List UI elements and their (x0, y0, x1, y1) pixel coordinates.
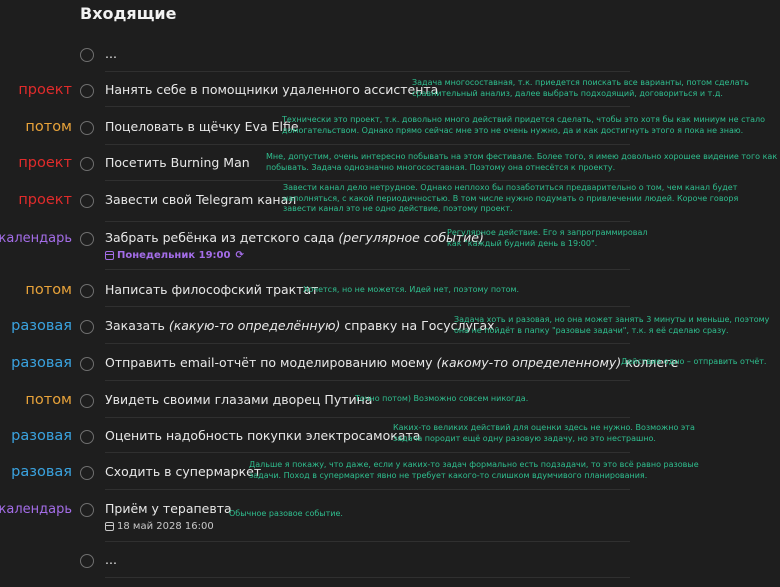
task-title[interactable]: Написать философский трактат (105, 282, 318, 297)
task-tag-once: разовая (11, 318, 72, 334)
task-title[interactable]: Оценить надобность покупки электросамока… (105, 428, 420, 443)
task-note: Каких-то великих действий для оценки зде… (393, 423, 695, 443)
task-note: Мне, допустим, очень интересно побывать … (266, 152, 780, 172)
divider (105, 577, 630, 578)
task-title[interactable]: Отправить email-отчёт по моделированию м… (105, 355, 678, 370)
task-note: Дальше я покажу, что даже, если у каких-… (249, 460, 699, 480)
divider (105, 106, 630, 107)
divider (105, 489, 630, 490)
page-title: Входящие (80, 4, 177, 23)
task-tag-later: потом (25, 119, 72, 135)
task-title[interactable]: Поцеловать в щёчку Eva Elfie (105, 119, 299, 134)
calendar-icon (105, 251, 114, 260)
task-checkbox[interactable] (80, 430, 94, 444)
task-checkbox[interactable] (80, 357, 94, 371)
task-note: Обычное разовое событие. (229, 509, 343, 518)
task-tag-once: разовая (11, 355, 72, 371)
calendar-icon (105, 522, 114, 531)
task-note: Точно потом) Возможно совсем никогда. (355, 394, 529, 403)
task-checkbox[interactable] (80, 554, 94, 568)
divider (105, 343, 630, 344)
task-title[interactable]: Нанять себе в помощники удаленного ассис… (105, 82, 438, 97)
task-note: Завести канал дело нетрудное. Однако неп… (283, 183, 739, 213)
task-tag-once: разовая (11, 464, 72, 480)
task-title[interactable]: Заказать (какую-то определённую) справку… (105, 318, 495, 333)
task-checkbox[interactable] (80, 503, 94, 517)
task-tag-project: проект (18, 192, 72, 208)
divider (105, 306, 630, 307)
task-checkbox[interactable] (80, 84, 94, 98)
task-note: Регулярное действие. Его я запрограммиро… (447, 228, 648, 248)
task-tag-later: потом (25, 392, 72, 408)
task-checkbox[interactable] (80, 284, 94, 298)
divider (105, 380, 630, 381)
task-checkbox[interactable] (80, 394, 94, 408)
task-note: Задача хоть и разовая, но она может заня… (454, 315, 770, 335)
divider (105, 221, 630, 222)
divider (105, 541, 630, 542)
task-note: Хочется, но не можется. Идей нет, поэтом… (303, 285, 520, 294)
task-date: 18 май 2028 16:00 (105, 521, 214, 532)
task-tag-later: потом (25, 282, 72, 298)
task-note: Действие одно – отправить отчёт. (621, 357, 767, 366)
task-note: Технически это проект, т.к. довольно мно… (282, 115, 766, 135)
divider (105, 269, 630, 270)
task-tag-project: проект (18, 82, 72, 98)
divider (105, 452, 630, 453)
task-note: Задача многосоставная, т.к. приедется по… (412, 78, 749, 98)
task-tag-once: разовая (11, 428, 72, 444)
task-checkbox[interactable] (80, 466, 94, 480)
divider (105, 144, 630, 145)
divider (105, 71, 630, 72)
task-checkbox[interactable] (80, 232, 94, 246)
task-title[interactable]: Приём у терапевта (105, 501, 232, 516)
task-title[interactable]: ... (105, 552, 117, 567)
task-tag-calendar: календарь (0, 502, 72, 517)
task-title[interactable]: Посетить Burning Man (105, 155, 250, 170)
divider (105, 180, 630, 181)
task-title[interactable]: ... (105, 46, 117, 61)
task-title[interactable]: Увидеть своими глазами дворец Путина (105, 392, 372, 407)
task-tag-calendar: календарь (0, 231, 72, 246)
task-checkbox[interactable] (80, 194, 94, 208)
repeat-icon: ⟳ (235, 250, 244, 261)
task-checkbox[interactable] (80, 157, 94, 171)
task-title[interactable]: Сходить в супермаркет (105, 464, 261, 479)
task-checkbox[interactable] (80, 320, 94, 334)
task-tag-project: проект (18, 155, 72, 171)
task-checkbox[interactable] (80, 121, 94, 135)
task-date: Понедельник 19:00 ⟳ (105, 250, 244, 261)
task-title[interactable]: Завести свой Telegram канал (105, 192, 296, 207)
task-title[interactable]: Забрать ребёнка из детского сада (регуля… (105, 230, 484, 245)
task-checkbox[interactable] (80, 48, 94, 62)
divider (105, 417, 630, 418)
